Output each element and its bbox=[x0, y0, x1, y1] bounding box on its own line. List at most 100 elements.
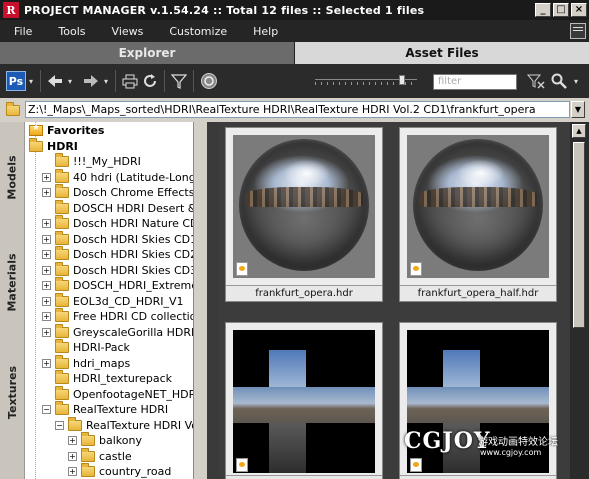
folder-icon bbox=[55, 385, 69, 400]
tree-item[interactable]: + Dosch HDRI Skies CD2 bbox=[42, 246, 193, 263]
tree-item-label: DOSCH HDRI Desert & Day bbox=[73, 201, 193, 215]
tree-item[interactable]: HDRI_texturepack bbox=[42, 370, 172, 387]
tree-item[interactable]: + Free HDRI CD collection fro bbox=[42, 308, 193, 325]
expand-icon[interactable]: + bbox=[68, 451, 77, 461]
tree-item[interactable]: + DOSCH_HDRI_Extreme_ H bbox=[42, 277, 193, 294]
tree-item[interactable]: + hdri_maps bbox=[42, 354, 131, 372]
side-tab-textures[interactable]: Textures bbox=[0, 352, 25, 432]
expand-icon[interactable]: + bbox=[42, 296, 51, 306]
expand-icon[interactable]: + bbox=[42, 312, 51, 322]
forward-history-chevron-icon[interactable]: ▾ bbox=[101, 70, 111, 92]
file-card[interactable] bbox=[225, 322, 383, 479]
file-card[interactable]: frankfurt_opera_half.hdr bbox=[399, 127, 557, 302]
refresh-icon[interactable] bbox=[140, 70, 160, 92]
tab-explorer[interactable]: Explorer bbox=[0, 42, 295, 64]
collapse-icon[interactable]: − bbox=[42, 405, 51, 415]
search-icon[interactable] bbox=[549, 70, 569, 92]
menu-help[interactable]: Help bbox=[239, 25, 290, 38]
folder-icon bbox=[81, 447, 95, 462]
clear-filter-icon[interactable] bbox=[526, 70, 546, 92]
side-tab-materials[interactable]: Materials bbox=[0, 242, 25, 322]
tree-item-label: 40 hdri (Latitude-Longitude) bbox=[73, 170, 193, 184]
minimize-button[interactable]: _ bbox=[535, 3, 551, 17]
menu-tools[interactable]: Tools bbox=[44, 25, 97, 38]
tree-item-label: Dosch HDRI Skies CD1 bbox=[73, 232, 193, 246]
folder-icon bbox=[55, 292, 69, 307]
chevron-down-icon[interactable]: ▾ bbox=[26, 70, 36, 92]
tree-item[interactable]: + Dosch HDRI Nature CD3 bbox=[42, 215, 193, 232]
stop-icon[interactable] bbox=[198, 70, 220, 92]
menu-file[interactable]: File bbox=[0, 25, 44, 38]
tree-item-label: OpenfootageNET_HDRI bbox=[73, 387, 193, 401]
tree-item[interactable]: + country_road bbox=[68, 463, 172, 479]
file-preview bbox=[407, 135, 549, 278]
expand-icon[interactable]: + bbox=[42, 265, 51, 275]
scroll-thumb[interactable] bbox=[573, 142, 585, 328]
file-card[interactable] bbox=[399, 322, 557, 479]
path-dropdown-button[interactable]: ▼ bbox=[571, 101, 585, 118]
forward-arrow-icon[interactable] bbox=[81, 70, 101, 92]
menu-bar: File Tools Views Customize Help bbox=[0, 20, 589, 42]
layout-icon[interactable] bbox=[570, 23, 586, 39]
filter-icon[interactable] bbox=[169, 70, 189, 92]
expand-icon[interactable]: + bbox=[68, 436, 77, 446]
path-field[interactable]: Z:\!_Maps\_Maps_sorted\HDRI\RealTexture … bbox=[25, 101, 570, 118]
back-arrow-icon[interactable] bbox=[45, 70, 65, 92]
tree-item[interactable]: HDRI-Pack bbox=[42, 339, 130, 356]
tree-scrollbar[interactable] bbox=[193, 122, 207, 479]
tree-item[interactable]: − RealTexture HDRI Vol.2 bbox=[55, 416, 193, 434]
folder-icon bbox=[68, 416, 82, 431]
file-card[interactable]: frankfurt_opera.hdr bbox=[225, 127, 383, 302]
photoshop-icon[interactable]: Ps bbox=[6, 71, 26, 91]
tree-item[interactable]: + Dosch HDRI Skies CD3 bbox=[42, 261, 193, 279]
expand-icon[interactable]: + bbox=[42, 188, 51, 198]
filter-input[interactable]: filter bbox=[433, 74, 517, 90]
tree-item[interactable]: + balkony bbox=[68, 432, 142, 449]
tree-item[interactable]: + castle bbox=[68, 447, 132, 465]
tab-asset-files[interactable]: Asset Files bbox=[295, 42, 589, 64]
expand-icon[interactable]: + bbox=[42, 250, 51, 260]
expand-icon[interactable]: + bbox=[42, 219, 51, 229]
content-scrollbar[interactable]: ▲ bbox=[570, 122, 589, 479]
tree-item[interactable]: DOSCH HDRI Desert & Day bbox=[42, 199, 193, 217]
tree-item[interactable]: + Dosch HDRI Skies CD1 bbox=[42, 230, 193, 248]
expand-icon[interactable]: + bbox=[68, 467, 77, 477]
tree-item[interactable]: +40 hdri (Latitude-Longitude) bbox=[42, 168, 193, 186]
tree-item[interactable]: HDRI bbox=[29, 137, 78, 155]
close-button[interactable]: × bbox=[571, 3, 587, 17]
hdr-sphere-preview bbox=[239, 139, 369, 271]
tree-item-label: Free HDRI CD collection fro bbox=[73, 310, 193, 324]
menu-views[interactable]: Views bbox=[98, 25, 156, 38]
collapse-icon[interactable]: − bbox=[55, 420, 64, 430]
maximize-button[interactable]: □ bbox=[553, 3, 569, 17]
expand-icon[interactable]: + bbox=[42, 234, 51, 244]
scroll-up-arrow-icon[interactable]: ▲ bbox=[572, 124, 586, 138]
expand-icon[interactable]: + bbox=[42, 281, 51, 291]
search-options-chevron-icon[interactable]: ▾ bbox=[571, 70, 581, 92]
panel-splitter[interactable] bbox=[207, 122, 219, 479]
expand-icon[interactable]: + bbox=[42, 327, 51, 337]
tree-item[interactable]: !!!_My_HDRI bbox=[42, 153, 141, 170]
print-icon[interactable] bbox=[120, 70, 140, 92]
tree-item[interactable]: Favorites bbox=[29, 123, 104, 139]
menu-customize[interactable]: Customize bbox=[155, 25, 239, 38]
expand-icon[interactable]: + bbox=[42, 172, 51, 182]
tree-item-label: Favorites bbox=[47, 124, 105, 138]
tree-item[interactable]: + Dosch Chrome Effects CD 1 bbox=[42, 184, 193, 201]
hdr-file-icon bbox=[410, 458, 422, 472]
tree-item-label: country_road bbox=[99, 465, 172, 479]
back-history-chevron-icon[interactable]: ▾ bbox=[65, 70, 75, 92]
side-tab-models[interactable]: Models bbox=[0, 142, 25, 212]
tree-item[interactable]: + EOL3d_CD_HDRI_V1 bbox=[42, 292, 184, 310]
tree-item[interactable]: − RealTexture HDRI bbox=[42, 401, 168, 418]
tree-item[interactable]: OpenfootageNET_HDRI bbox=[42, 385, 193, 403]
slider-thumb[interactable] bbox=[399, 75, 405, 85]
tree-item[interactable]: + GreyscaleGorilla HDRI Ligh bbox=[42, 323, 193, 341]
file-thumbnail-grid: frankfurt_opera.hdr frankfurt_opera_half… bbox=[219, 122, 570, 479]
expand-icon[interactable]: + bbox=[42, 358, 51, 368]
folder-icon bbox=[55, 199, 69, 214]
folder-tree[interactable]: FavoritesHDRI!!!_My_HDRI+40 hdri (Latitu… bbox=[25, 122, 193, 479]
thumbnail-size-slider[interactable] bbox=[315, 75, 417, 85]
app-logo-icon: R bbox=[3, 2, 19, 18]
tree-item-label: hdri_maps bbox=[73, 356, 131, 370]
